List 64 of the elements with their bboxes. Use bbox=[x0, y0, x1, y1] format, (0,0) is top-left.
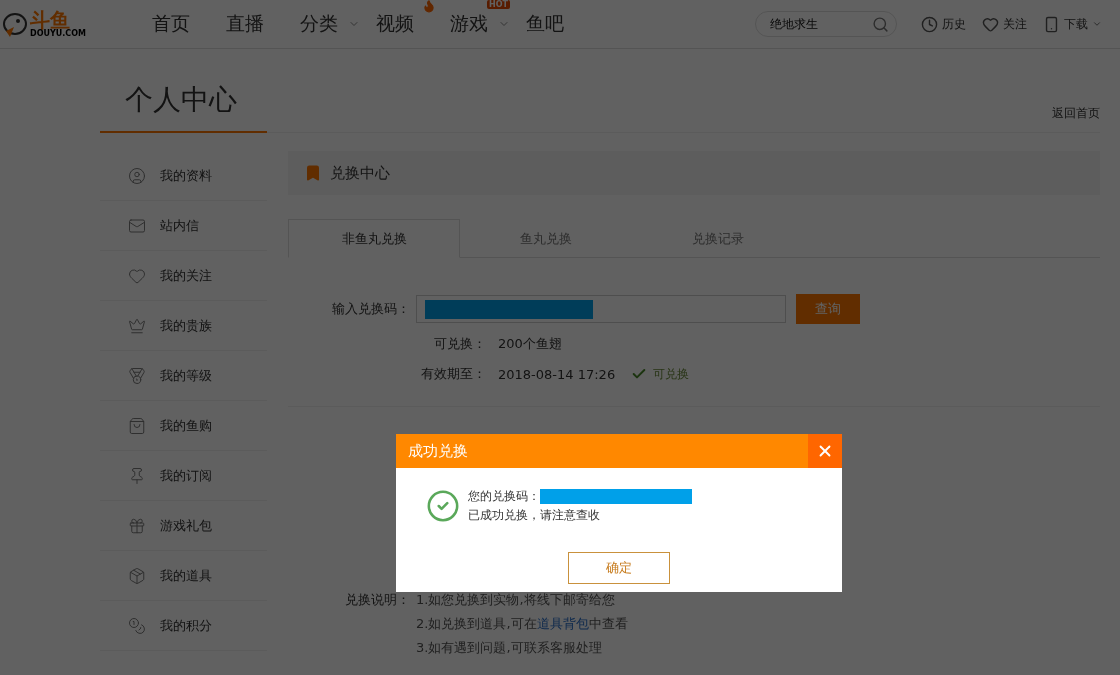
back-link[interactable]: 返回首页 bbox=[1052, 105, 1100, 132]
sidebar-item[interactable]: 我的贵族 bbox=[100, 301, 267, 351]
user-icon bbox=[128, 166, 146, 185]
crown-icon bbox=[128, 316, 146, 335]
success-check-icon bbox=[426, 489, 460, 523]
gift-icon bbox=[128, 516, 146, 535]
success-message: 已成功兑换，请注意查收 bbox=[468, 507, 600, 524]
header-link[interactable]: 关注 bbox=[982, 15, 1027, 33]
code-label: 您的兑换码： bbox=[468, 488, 540, 505]
instruction-line: 1.如您兑换到实物,将线下邮寄给您 bbox=[416, 591, 616, 609]
tab[interactable]: 非鱼丸兑换 bbox=[288, 219, 460, 258]
item-bag-link[interactable]: 道具背包 bbox=[536, 616, 589, 631]
detail-label: 有效期至： bbox=[420, 365, 486, 383]
nav-link[interactable]: 视频 bbox=[366, 11, 424, 37]
bag-icon bbox=[128, 416, 146, 435]
dialog-title: 成功兑换 bbox=[408, 441, 468, 461]
sidebar-item[interactable]: 游戏礼包 bbox=[100, 501, 267, 551]
field-label: 输入兑换码： bbox=[331, 300, 410, 318]
detail-label: 可兑换： bbox=[433, 335, 486, 353]
hot-badge: HOT bbox=[487, 0, 510, 9]
heart-icon bbox=[982, 15, 999, 33]
query-button[interactable]: 查询 bbox=[796, 294, 860, 324]
detail-value: 2018-08-14 17:26 bbox=[498, 366, 616, 382]
instruction-line: 2.如兑换到道具,可在道具背包中查看 bbox=[416, 615, 628, 633]
nav-link[interactable]: 鱼吧 bbox=[516, 11, 574, 37]
nav-link[interactable]: 分类 bbox=[290, 11, 348, 37]
medal-icon bbox=[128, 366, 146, 385]
sidebar-item[interactable]: 站内信 bbox=[100, 201, 267, 251]
header-link[interactable]: 历史 bbox=[921, 15, 966, 33]
nav-link[interactable]: 首页 bbox=[142, 11, 200, 37]
sidebar-item[interactable]: 我的积分 bbox=[100, 601, 267, 651]
sidebar-item[interactable]: 我的关注 bbox=[100, 251, 267, 301]
pin-icon bbox=[128, 466, 146, 485]
nav-link[interactable]: 游戏 bbox=[440, 11, 498, 37]
code-input-field[interactable] bbox=[416, 295, 786, 323]
detail-value: 200个鱼翅 bbox=[498, 335, 562, 353]
phone-icon bbox=[1043, 15, 1060, 33]
sidebar-item[interactable]: 我的鱼购 bbox=[100, 401, 267, 451]
package-icon bbox=[128, 566, 146, 585]
caret-icon bbox=[1092, 19, 1102, 29]
search-field[interactable]: 绝地求生 bbox=[768, 16, 872, 32]
mail-icon bbox=[128, 216, 146, 235]
nav-link[interactable]: 直播 bbox=[216, 11, 274, 37]
search-icon[interactable] bbox=[872, 15, 889, 33]
logo-name: 斗鱼 bbox=[30, 10, 70, 30]
section-title: 兑换中心 bbox=[330, 163, 390, 183]
sidebar-item[interactable]: 我的订阅 bbox=[100, 451, 267, 501]
logo-domain: DOUYU.COM bbox=[30, 30, 86, 38]
status-text: 可兑换 bbox=[631, 365, 690, 383]
sidebar-item[interactable]: 我的道具 bbox=[100, 551, 267, 601]
sidebar-item[interactable]: 我的资料 bbox=[100, 151, 267, 201]
header-link[interactable]: 下载 bbox=[1043, 15, 1102, 33]
bookmark-icon bbox=[304, 164, 322, 182]
clock-icon bbox=[921, 15, 938, 33]
instruction-line: 3.如有遇到问题,可联系客服处理 bbox=[416, 639, 603, 657]
flame-icon bbox=[422, 0, 436, 13]
coins-icon bbox=[128, 616, 146, 635]
sidebar-item[interactable]: 我的等级 bbox=[100, 351, 267, 401]
search-bar[interactable]: 绝地求生 bbox=[755, 11, 897, 37]
instructions-label: 兑换说明： bbox=[344, 591, 410, 609]
close-button[interactable] bbox=[808, 434, 842, 468]
heart-icon bbox=[128, 266, 146, 285]
page-title: 个人中心 bbox=[100, 81, 267, 133]
confirm-button[interactable]: 确定 bbox=[568, 552, 670, 584]
